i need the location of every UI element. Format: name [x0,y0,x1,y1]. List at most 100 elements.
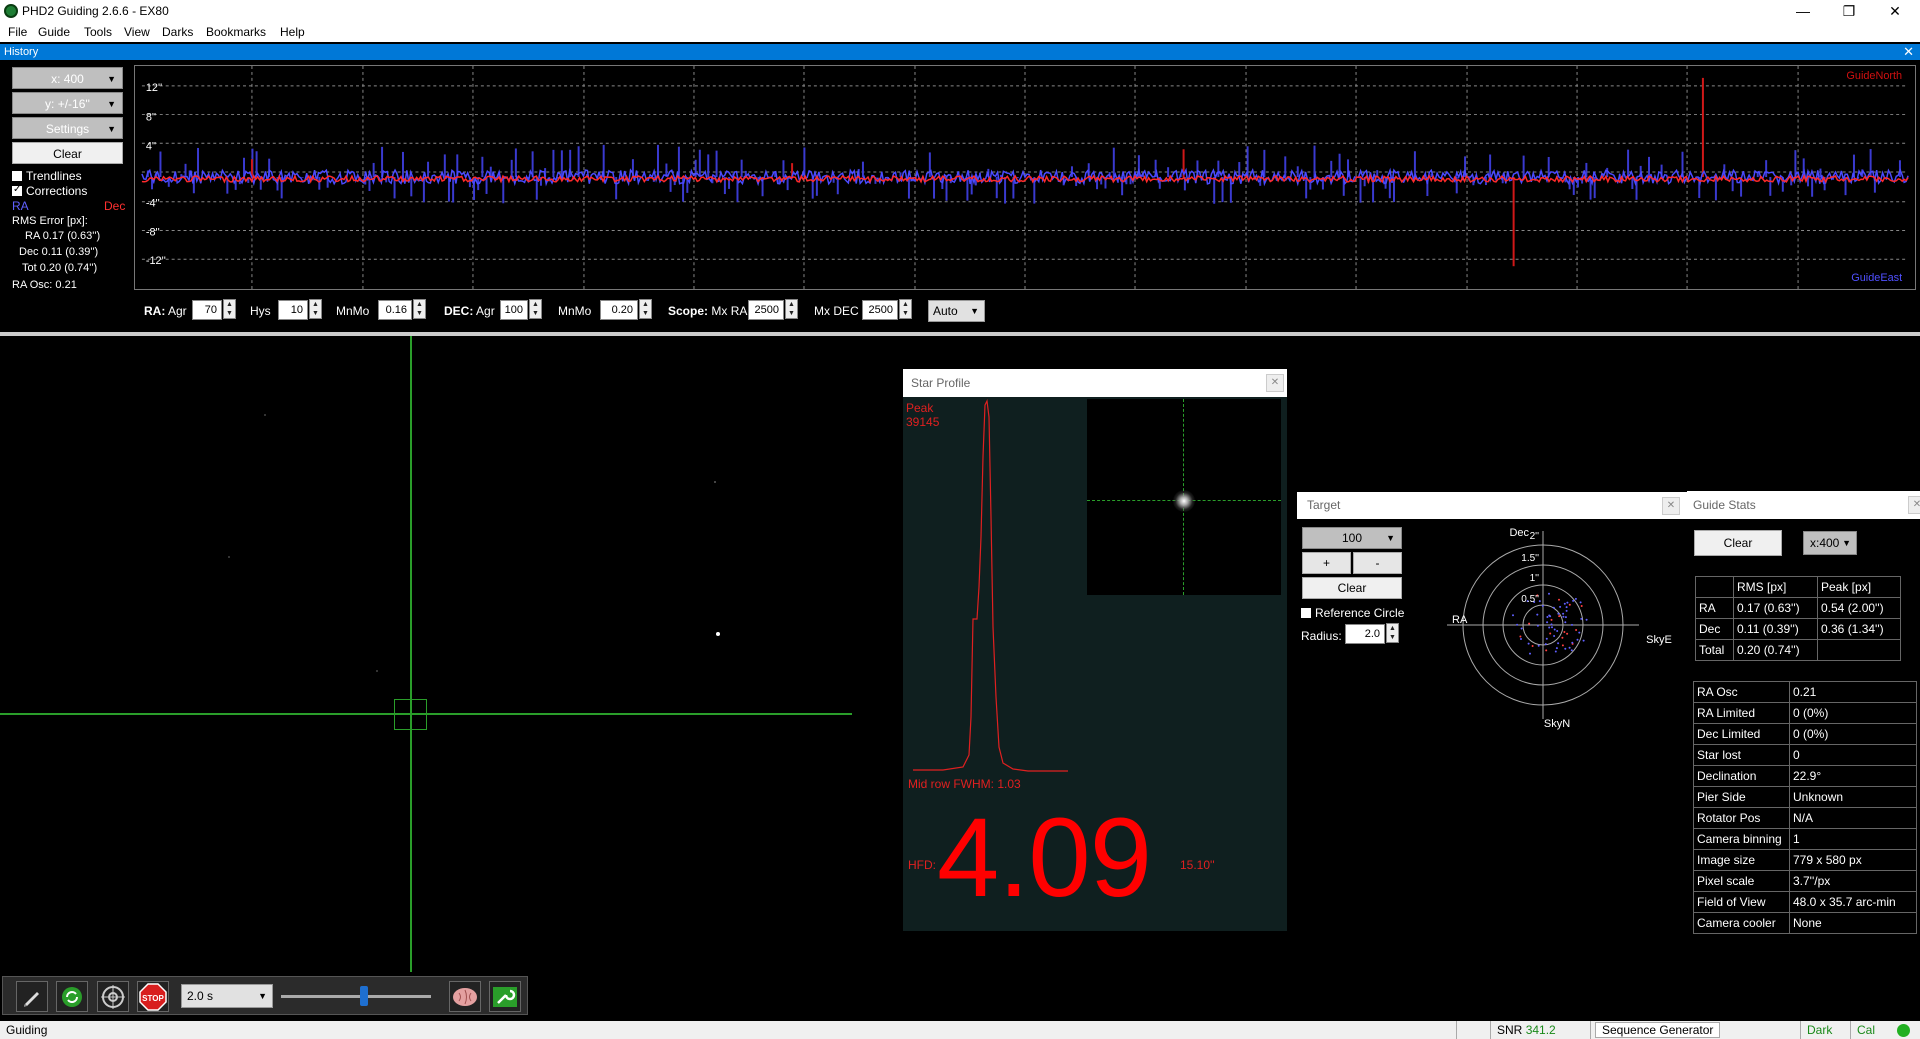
mx-dec-spin-buttons[interactable]: ▲ ▼ [899,299,912,319]
target-point [1557,642,1560,645]
sequence-generator-button[interactable]: Sequence Generator [1595,1022,1721,1038]
menu-tools[interactable]: Tools [84,25,112,39]
ra-correction-bar [1627,149,1630,178]
history-graph[interactable]: 12'' 8'' 4'' -4'' -8'' -12'' GuideNorth … [134,65,1916,290]
target-point [1566,632,1569,635]
menu-bookmarks[interactable]: Bookmarks [206,25,266,39]
ra-correction-bar [1522,155,1525,178]
dec-agr-spinner[interactable]: 100 [500,300,528,320]
chevron-down-icon: ▼ [258,991,267,1001]
wrench-icon-glyph [493,986,517,1007]
target-title: Target [1297,492,1687,519]
guide-stats-x-scale-dropdown[interactable]: x:400 ▼ [1803,531,1857,555]
dec-agr-spin-buttons[interactable]: ▲ ▼ [529,299,542,319]
history-settings-dropdown[interactable]: Settings ▼ [12,117,123,139]
ra-agr-spin-buttons[interactable]: ▲ ▼ [223,299,236,319]
minimize-button[interactable]: — [1780,0,1826,22]
target-zoom-in-button[interactable]: + [1302,552,1351,574]
ra-correction-bar [184,163,187,178]
guide-stats-close-icon[interactable]: ✕ [1908,496,1920,514]
wrench-icon[interactable] [489,981,521,1012]
table-cell: Star lost [1693,744,1790,766]
target-point [1549,615,1552,618]
dec-mnmo-label: MnMo [558,304,592,318]
radius-spin-buttons[interactable]: ▲ ▼ [1386,623,1399,643]
hfd-label: HFD: [908,858,936,872]
history-y-scale-dropdown[interactable]: y: +/-16'' ▼ [12,92,123,114]
table-cell: Unknown [1789,786,1917,808]
menu-guide[interactable]: Guide [38,25,70,39]
ra-correction-bar [197,147,200,178]
target-point [1571,623,1573,626]
ra-correction-bar [1284,156,1287,178]
ra-correction-bar [1359,177,1362,203]
guide-stats-clear-button[interactable]: Clear [1694,530,1782,556]
ra-mnmo-spinner[interactable]: 0.16 [378,300,412,320]
star-profile-close-icon[interactable]: ✕ [1266,374,1284,392]
table-cell: Image size [1693,849,1790,871]
checkbox-box[interactable] [12,171,22,181]
history-close-icon[interactable]: ✕ [1903,44,1914,60]
chevron-down-icon: ▼ [1842,538,1851,548]
ra-agr-spinner[interactable]: 70 [192,300,222,320]
mx-dec-spinner[interactable]: 2500 [862,300,898,320]
dec-mode-select[interactable]: Auto ▼ [928,300,985,322]
ra-correction-bar [707,154,710,178]
radius-spinner[interactable]: 2.0 [1345,624,1385,644]
target-zoom-dropdown[interactable]: 100 ▼ [1302,527,1402,549]
loop-icon[interactable] [56,981,88,1012]
dec-mnmo-spin-buttons[interactable]: ▲ ▼ [639,299,652,319]
legend-dec: Dec [104,199,126,213]
gamma-slider-track[interactable] [281,995,431,998]
ra-mnmo-spin-buttons[interactable]: ▲ ▼ [413,299,426,319]
hys-spin-buttons[interactable]: ▲ ▼ [309,299,322,319]
target-point [1559,605,1562,608]
menu-file[interactable]: File [8,25,27,39]
table-cell: RA Limited [1693,702,1790,724]
guide-star-box[interactable] [394,699,427,730]
corrections-checkbox[interactable]: Corrections [12,184,87,198]
target-point [1556,630,1559,632]
menu-darks[interactable]: Darks [162,25,193,39]
table-cell: Camera binning [1693,828,1790,850]
ra-correction-bar [698,149,701,178]
ra-correction-bar [1305,177,1308,199]
y-tick-label: -4'' [146,198,160,210]
y-tick-label: -12'' [146,255,166,267]
rms-tot: Tot 0.20 (0.74'') [22,262,98,274]
reference-circle-checkbox[interactable]: Reference Circle [1301,606,1404,620]
trendlines-checkbox[interactable]: Trendlines [12,169,82,183]
menu-help[interactable]: Help [280,25,305,39]
mx-ra-spin-buttons[interactable]: ▲ ▼ [785,299,798,319]
gamma-slider-thumb[interactable] [359,986,368,1006]
target-clear-button[interactable]: Clear [1302,577,1402,599]
target-point [1520,638,1522,640]
ra-correction-bar [1238,162,1241,178]
target-axis-dec: Dec [1509,527,1529,539]
table-cell: 3.7''/px [1789,870,1917,892]
brain-icon[interactable] [449,981,481,1012]
target-point [1550,623,1553,626]
stop-icon[interactable]: STOP [137,981,169,1012]
agr-label: Agr [168,304,187,318]
menu-view[interactable]: View [124,25,150,39]
ra-correction-bar [1330,160,1333,178]
crosshair-guide-icon[interactable] [97,981,129,1012]
dec-mnmo-spinner[interactable]: 0.20 [600,300,638,320]
close-button[interactable]: ✕ [1872,0,1918,22]
history-clear-button[interactable]: Clear [12,142,123,164]
table-cell: 0 (0%) [1789,702,1917,724]
main-toolbar: STOP 2.0 s ▼ [2,976,528,1015]
dec-params-label: DEC: Agr [444,304,495,318]
history-x-scale-dropdown[interactable]: x: 400 ▼ [12,67,123,89]
exposure-select[interactable]: 2.0 s ▼ [181,984,273,1008]
mx-ra-spinner[interactable]: 2500 [748,300,784,320]
checkbox-box[interactable] [1301,608,1311,618]
checkbox-box-checked[interactable] [12,184,22,196]
hys-spinner[interactable]: 10 [278,300,308,320]
target-zoom-out-button[interactable]: - [1353,552,1402,574]
pencil-icon[interactable] [16,981,48,1012]
target-close-icon[interactable]: ✕ [1662,497,1680,515]
table-cell: 1 [1789,828,1917,850]
maximize-button[interactable]: ❐ [1826,0,1872,22]
